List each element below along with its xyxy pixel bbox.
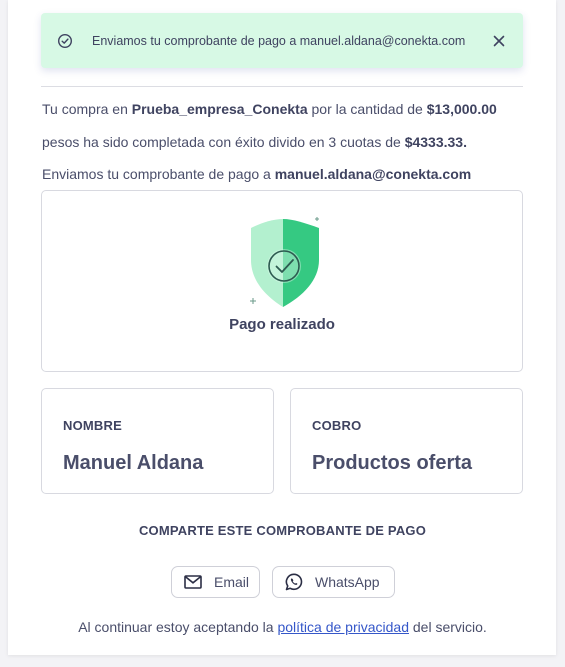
summary-line-1: Tu compra en Prueba_empresa_Conekta por … [42, 101, 497, 117]
company-name: Prueba_empresa_Conekta [131, 101, 308, 117]
summary-line-2: pesos ha sido completada con éxito divid… [42, 134, 467, 150]
charge-value: Productos oferta [312, 452, 473, 474]
summary-text: pesos ha sido completada con éxito divid… [42, 134, 405, 150]
summary-text: Tu compra en [42, 101, 132, 117]
share-title: COMPARTE ESTE COMPROBANTE DE PAGO [138, 523, 427, 538]
total-amount: $13,000.00 [426, 101, 497, 117]
share-whatsapp-button[interactable]: WhatsApp [272, 566, 395, 598]
shield-check-icon [250, 217, 319, 307]
summary-text: por la cantidad de [307, 101, 427, 117]
recipient-email: manuel.aldana@conekta.com [274, 166, 472, 182]
status-title: Pago realizado [229, 316, 335, 333]
notification-toast: Enviamos tu comprobante de pago a manuel… [41, 13, 523, 68]
close-icon[interactable] [490, 32, 508, 50]
whatsapp-icon [285, 573, 303, 591]
email-button-label: Email [214, 574, 250, 590]
charge-label: COBRO [312, 418, 362, 433]
share-email-button[interactable]: Email [171, 566, 260, 598]
payment-status-box: Pago realizado [41, 190, 523, 372]
footer-text: Al continuar estoy aceptando la [78, 619, 278, 635]
footer-text: del servicio. [408, 619, 487, 635]
toast-message: Enviamos tu comprobante de pago a manuel… [92, 34, 466, 48]
check-circle-icon [57, 33, 73, 49]
whatsapp-button-label: WhatsApp [315, 574, 380, 590]
name-box: NOMBRE Manuel Aldana [41, 388, 274, 494]
divider [41, 86, 523, 87]
summary-text: Enviamos tu comprobante de pago a [42, 166, 275, 182]
charge-box: COBRO Productos oferta [290, 388, 523, 494]
name-label: NOMBRE [63, 418, 122, 433]
customer-name: Manuel Aldana [63, 452, 204, 474]
summary-line-3: Enviamos tu comprobante de pago a manuel… [42, 166, 471, 182]
privacy-notice: Al continuar estoy aceptando la política… [0, 619, 565, 635]
privacy-policy-link[interactable]: política de privacidad [277, 619, 409, 635]
mail-icon [184, 575, 202, 589]
installment-amount: $4333.33. [404, 134, 467, 150]
